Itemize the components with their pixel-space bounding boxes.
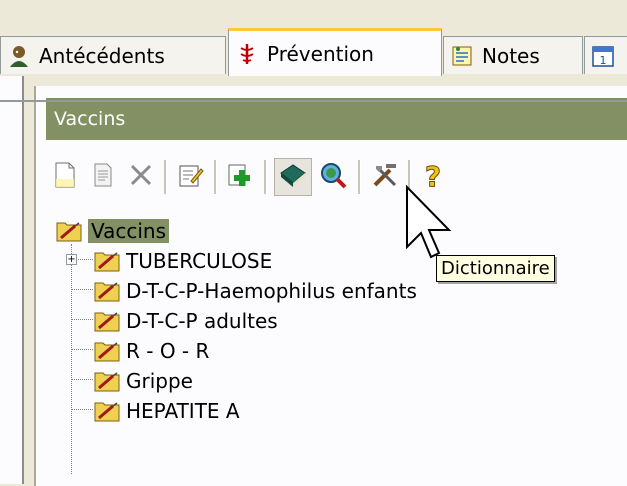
tree-item-label: TUBERCULOSE (126, 249, 273, 273)
tree-connector (71, 379, 93, 380)
tooltip: Dictionnaire (436, 255, 555, 282)
vaccine-icon (94, 340, 120, 362)
tools-button[interactable] (368, 160, 402, 194)
tab-strip: Antécédents Prévention Notes 1 (0, 26, 627, 102)
vaccine-icon (94, 310, 120, 332)
tree-root-label: Vaccins (88, 219, 170, 243)
vaccine-icon (94, 400, 120, 422)
notepad-icon (450, 44, 474, 68)
toolbar-separator (264, 160, 267, 194)
add-button[interactable] (224, 160, 258, 194)
tree-connector (71, 319, 93, 320)
add-icon (227, 161, 255, 194)
left-pane (0, 76, 24, 484)
tree-item[interactable]: R - O - R (94, 336, 209, 366)
toolbar-separator (164, 160, 167, 194)
delete-button[interactable] (124, 160, 158, 194)
new-document-icon (52, 161, 78, 194)
panel-title: Vaccins (54, 108, 126, 130)
tree-item[interactable]: D-T-C-P-Haemophilus enfants (94, 276, 417, 306)
tab-label: Prévention (267, 41, 374, 66)
svg-text:1: 1 (600, 54, 607, 67)
delete-icon (128, 162, 154, 193)
tree-item[interactable]: HEPATITE A (94, 396, 240, 426)
tab-strip-border (0, 100, 627, 102)
caduceus-icon (235, 42, 259, 66)
tree-item-label: D-T-C-P-Haemophilus enfants (126, 279, 417, 303)
edit-icon (177, 161, 205, 194)
dictionary-icon (278, 161, 308, 194)
tree-item-label: Grippe (126, 369, 193, 393)
person-icon (7, 44, 31, 68)
vaccine-icon (94, 280, 120, 302)
tree-item-label: R - O - R (126, 339, 210, 363)
tools-icon (370, 160, 400, 195)
edit-button[interactable] (174, 160, 208, 194)
vaccine-icon (94, 250, 120, 272)
calendar-icon: 1 (591, 44, 615, 68)
tree-item[interactable]: Grippe (94, 366, 193, 396)
tab-label: Antécédents (39, 43, 165, 68)
tree-connector (71, 244, 72, 474)
new-document-button[interactable] (48, 160, 82, 194)
tree-connector (71, 289, 93, 290)
vaccine-icon (56, 220, 82, 242)
tab-calendar[interactable]: 1 (584, 36, 627, 74)
dictionary-button[interactable] (274, 158, 312, 196)
vaccine-icon (94, 370, 120, 392)
tree-item-label: HEPATITE A (126, 399, 240, 423)
tab-prevention[interactable]: Prévention (228, 28, 442, 76)
toolbar-separator (214, 160, 217, 194)
vaccins-panel: Vaccins ? + Vaccins TUBERCULOSE D-T-C-P-… (34, 86, 627, 486)
tab-notes[interactable]: Notes (443, 36, 583, 74)
tree-root[interactable]: Vaccins (56, 216, 170, 246)
tree-item[interactable]: TUBERCULOSE (94, 246, 272, 276)
search-button[interactable] (316, 160, 350, 194)
tab-label: Notes (482, 43, 540, 68)
panel-header: Vaccins (46, 98, 627, 140)
search-icon (318, 160, 348, 195)
toolbar-separator (358, 160, 361, 194)
expand-toggle[interactable]: + (66, 254, 77, 265)
tree-item[interactable]: D-T-C-P adultes (94, 306, 278, 336)
tab-antecedents[interactable]: Antécédents (0, 36, 226, 74)
tree-connector (71, 349, 93, 350)
copy-document-button[interactable] (86, 160, 120, 194)
tree-connector (71, 409, 93, 410)
toolbar: ? (48, 156, 627, 200)
tree-item-label: D-T-C-P adultes (126, 309, 278, 333)
copy-document-icon (90, 161, 116, 194)
